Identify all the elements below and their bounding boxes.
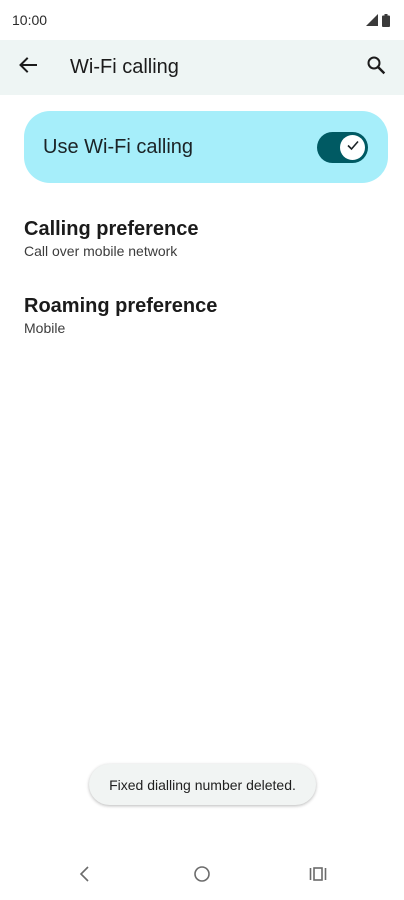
arrow-left-icon [18, 55, 38, 80]
back-button[interactable] [0, 40, 56, 95]
battery-icon [382, 13, 390, 27]
status-bar: 10:00 [0, 0, 404, 40]
signal-icon [366, 14, 378, 26]
page-title: Wi-Fi calling [70, 56, 179, 78]
roaming-preference-title: Roaming preference [24, 295, 218, 317]
status-icons [366, 13, 390, 27]
nav-recents-icon [308, 866, 328, 887]
screen: 10:00 Wi-Fi calling Use Wi-Fi calling Ca… [0, 0, 404, 900]
status-time: 10:00 [12, 12, 48, 28]
app-bar: Wi-Fi calling [0, 40, 404, 95]
nav-home-button[interactable] [190, 864, 214, 888]
search-icon [366, 55, 386, 80]
roaming-preference-summary: Mobile [24, 320, 66, 336]
roaming-preference-item[interactable]: Roaming preference Mobile [24, 294, 384, 337]
calling-preference-title: Calling preference [24, 218, 199, 240]
navigation-bar [0, 850, 404, 900]
nav-back-icon [78, 865, 92, 888]
calling-preference-summary: Call over mobile network [24, 243, 178, 259]
check-icon [346, 138, 360, 157]
use-wifi-calling-switch-bar[interactable]: Use Wi-Fi calling [24, 111, 388, 183]
nav-home-icon [193, 865, 211, 888]
toggle-thumb [340, 134, 365, 160]
calling-preference-item[interactable]: Calling preference Call over mobile netw… [24, 217, 384, 260]
nav-recents-button[interactable] [306, 864, 330, 888]
search-button[interactable] [348, 40, 404, 95]
nav-back-button[interactable] [73, 864, 97, 888]
use-wifi-calling-label: Use Wi-Fi calling [43, 135, 194, 158]
use-wifi-calling-toggle[interactable] [317, 131, 368, 163]
toast-message: Fixed dialling number deleted. [89, 764, 316, 805]
